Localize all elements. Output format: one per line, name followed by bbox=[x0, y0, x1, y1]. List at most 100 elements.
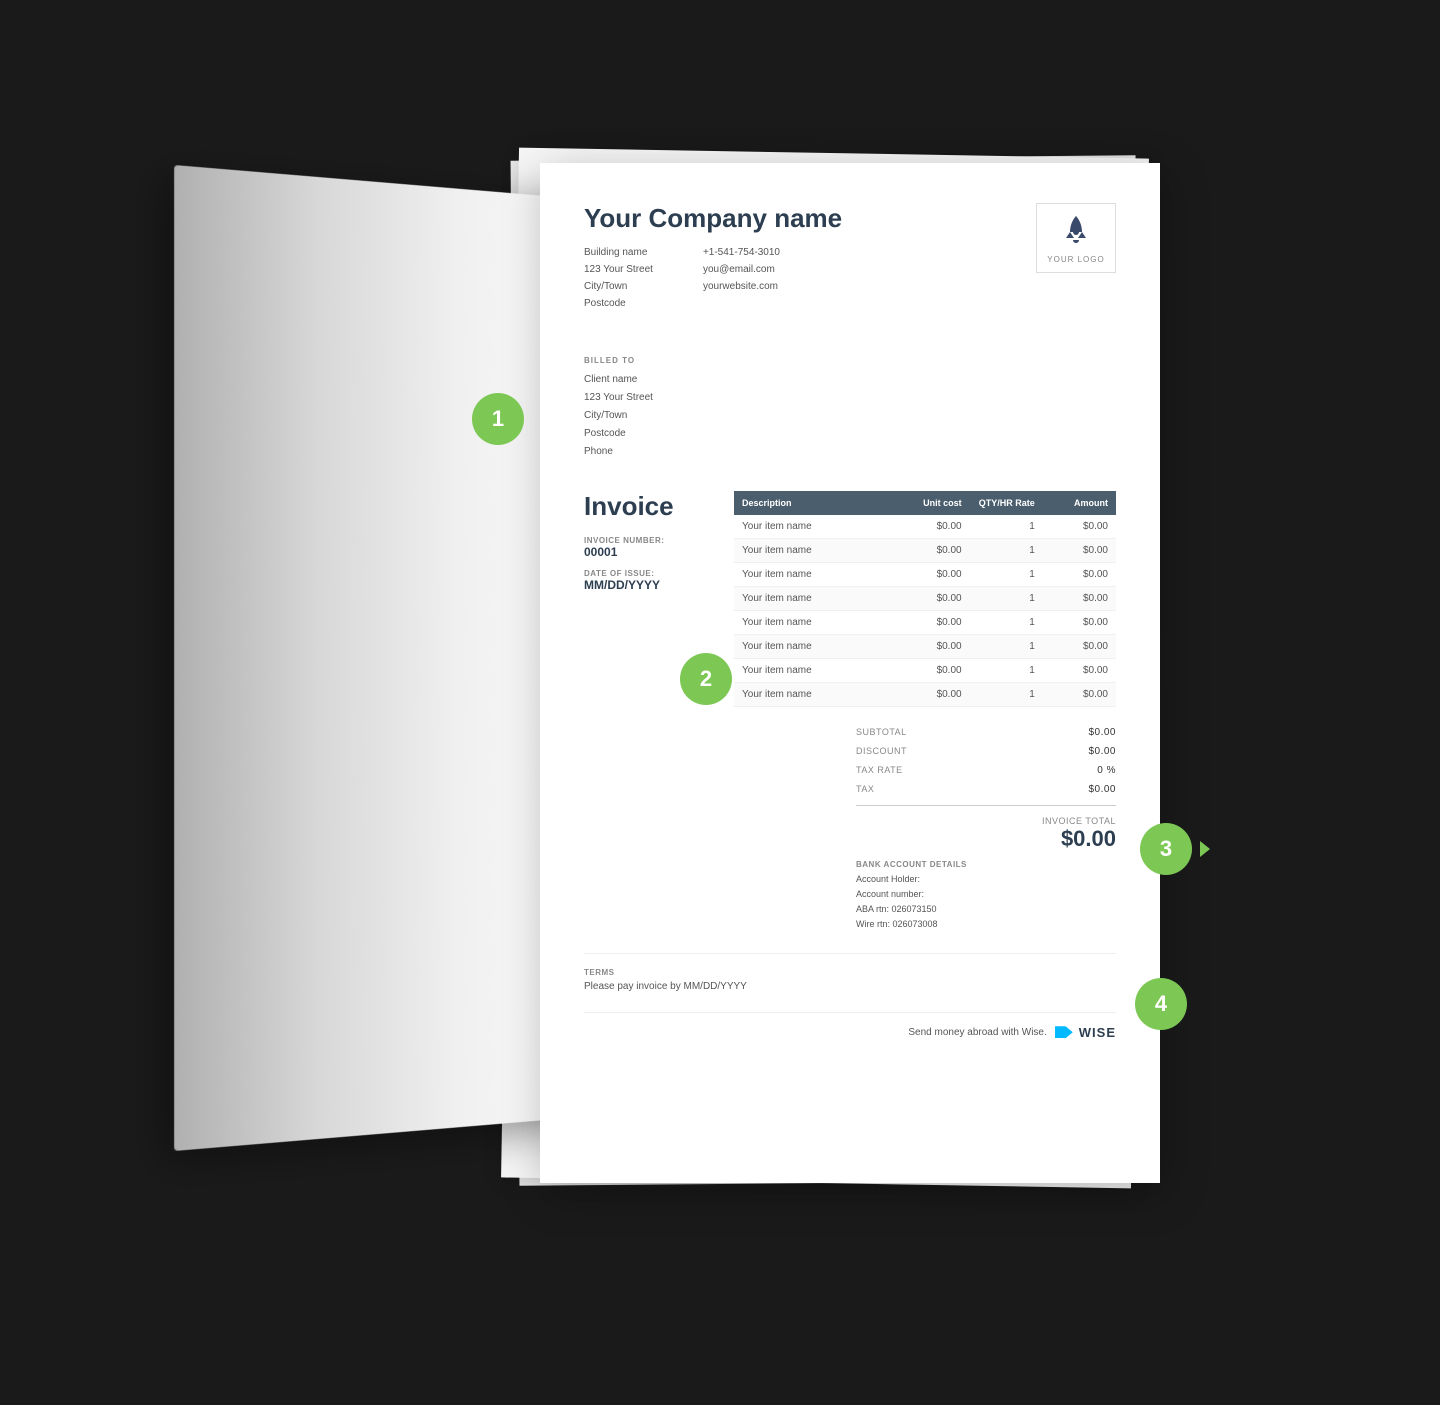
col-description: Description bbox=[742, 498, 888, 508]
table-row: Your item name $0.00 1 $0.00 bbox=[734, 539, 1116, 563]
row-qty: 1 bbox=[962, 593, 1035, 604]
row-unit-cost: $0.00 bbox=[888, 593, 961, 604]
company-phone: +1-541-754-3010 bbox=[703, 244, 780, 261]
book-shadow bbox=[174, 164, 590, 1150]
tax-label: TAX bbox=[856, 784, 874, 795]
invoice-paper: Your Company name Building name 123 Your… bbox=[540, 163, 1160, 1183]
company-info: Your Company name Building name 123 Your… bbox=[584, 203, 842, 332]
invoice-date-value: MM/DD/YYYY bbox=[584, 578, 714, 592]
table-rows: Your item name $0.00 1 $0.00 Your item n… bbox=[734, 515, 1116, 707]
row-amount: $0.00 bbox=[1035, 641, 1108, 652]
wise-logo: WISE bbox=[1055, 1025, 1116, 1040]
badge-4: 4 bbox=[1135, 978, 1187, 1030]
subtotal-row: SUBTOTAL $0.00 bbox=[856, 723, 1116, 742]
client-city: City/Town bbox=[584, 407, 1116, 425]
row-amount: $0.00 bbox=[1035, 521, 1108, 532]
invoice-header: Your Company name Building name 123 Your… bbox=[584, 203, 1116, 332]
company-contact: +1-541-754-3010 you@email.com yourwebsit… bbox=[703, 244, 780, 312]
client-name: Client name bbox=[584, 371, 1116, 389]
row-unit-cost: $0.00 bbox=[888, 665, 961, 676]
client-phone: Phone bbox=[584, 443, 1116, 461]
table-row: Your item name $0.00 1 $0.00 bbox=[734, 587, 1116, 611]
wise-text: Send money abroad with Wise. bbox=[908, 1027, 1046, 1038]
badge-1: 1 bbox=[472, 393, 524, 445]
row-qty: 1 bbox=[962, 569, 1035, 580]
address-contact-row: Building name 123 Your Street City/Town … bbox=[584, 244, 842, 312]
address-line2: 123 Your Street bbox=[584, 261, 653, 278]
row-amount: $0.00 bbox=[1035, 689, 1108, 700]
table-row: Your item name $0.00 1 $0.00 bbox=[734, 611, 1116, 635]
col-unit-cost: Unit cost bbox=[888, 498, 961, 508]
col-qty: QTY/HR Rate bbox=[962, 498, 1035, 508]
terms-label: TERMS bbox=[584, 968, 1116, 977]
invoice-total-value: $0.00 bbox=[1061, 826, 1116, 852]
row-amount: $0.00 bbox=[1035, 665, 1108, 676]
tax-rate-value: 0 % bbox=[1097, 765, 1116, 776]
invoice-date-label: DATE OF ISSUE: bbox=[584, 569, 714, 578]
row-qty: 1 bbox=[962, 689, 1035, 700]
bank-label: BANK ACCOUNT DETAILS bbox=[856, 860, 1116, 869]
row-qty: 1 bbox=[962, 665, 1035, 676]
invoice-body: Invoice INVOICE NUMBER: 00001 DATE OF IS… bbox=[584, 491, 1116, 933]
bank-section: BANK ACCOUNT DETAILS Account Holder: Acc… bbox=[856, 860, 1116, 933]
terms-section: TERMS Please pay invoice by MM/DD/YYYY bbox=[584, 953, 1116, 992]
table-row: Your item name $0.00 1 $0.00 bbox=[734, 683, 1116, 707]
address-line4: Postcode bbox=[584, 295, 653, 312]
client-postcode: Postcode bbox=[584, 425, 1116, 443]
total-divider bbox=[856, 805, 1116, 806]
bank-aba: ABA rtn: 026073150 bbox=[856, 902, 1116, 917]
row-description: Your item name bbox=[742, 689, 888, 700]
rocket-icon bbox=[1058, 212, 1094, 255]
bank-details: Account Holder: Account number: ABA rtn:… bbox=[856, 872, 1116, 933]
logo-box: YOUR LOGO bbox=[1036, 203, 1116, 273]
table-row: Your item name $0.00 1 $0.00 bbox=[734, 635, 1116, 659]
invoice-title: Invoice bbox=[584, 491, 714, 522]
terms-text: Please pay invoice by MM/DD/YYYY bbox=[584, 981, 1116, 992]
subtotal-value: $0.00 bbox=[1088, 727, 1116, 738]
invoice-footer: Send money abroad with Wise. WISE bbox=[584, 1012, 1116, 1040]
logo-label: YOUR LOGO bbox=[1047, 255, 1104, 264]
row-description: Your item name bbox=[742, 617, 888, 628]
row-unit-cost: $0.00 bbox=[888, 689, 961, 700]
totals-section: SUBTOTAL $0.00 DIsCoUnT $0.00 TAX RATE 0… bbox=[856, 723, 1116, 933]
row-amount: $0.00 bbox=[1035, 617, 1108, 628]
invoice-table: Description Unit cost QTY/HR Rate Amount… bbox=[734, 491, 1116, 933]
row-unit-cost: $0.00 bbox=[888, 521, 961, 532]
address-line3: City/Town bbox=[584, 278, 653, 295]
row-description: Your item name bbox=[742, 569, 888, 580]
discount-label: DIsCoUnT bbox=[856, 746, 907, 757]
row-unit-cost: $0.00 bbox=[888, 617, 961, 628]
table-row: Your item name $0.00 1 $0.00 bbox=[734, 563, 1116, 587]
row-description: Your item name bbox=[742, 593, 888, 604]
tax-rate-label: TAX RATE bbox=[856, 765, 903, 776]
billed-to-section: BILLED TO Client name 123 Your Street Ci… bbox=[584, 356, 1116, 461]
row-description: Your item name bbox=[742, 521, 888, 532]
tax-rate-row: TAX RATE 0 % bbox=[856, 761, 1116, 780]
table-header: Description Unit cost QTY/HR Rate Amount bbox=[734, 491, 1116, 515]
invoice-number-label: INVOICE NUMBER: bbox=[584, 536, 714, 545]
row-qty: 1 bbox=[962, 521, 1035, 532]
row-qty: 1 bbox=[962, 545, 1035, 556]
company-website: yourwebsite.com bbox=[703, 278, 780, 295]
row-unit-cost: $0.00 bbox=[888, 569, 961, 580]
tax-row: TAX $0.00 bbox=[856, 780, 1116, 799]
table-row: Your item name $0.00 1 $0.00 bbox=[734, 515, 1116, 539]
row-description: Your item name bbox=[742, 665, 888, 676]
row-amount: $0.00 bbox=[1035, 593, 1108, 604]
company-name: Your Company name bbox=[584, 203, 842, 234]
invoice-meta: Invoice INVOICE NUMBER: 00001 DATE OF IS… bbox=[584, 491, 714, 933]
bank-number: Account number: bbox=[856, 887, 1116, 902]
row-description: Your item name bbox=[742, 641, 888, 652]
row-qty: 1 bbox=[962, 641, 1035, 652]
client-street: 123 Your Street bbox=[584, 389, 1116, 407]
badge-3: 3 bbox=[1140, 823, 1192, 875]
invoice-total-label: INVOICE TOTAL bbox=[1042, 816, 1116, 826]
discount-value: $0.00 bbox=[1088, 746, 1116, 757]
wise-brand-name: WISE bbox=[1079, 1025, 1116, 1040]
discount-row: DIsCoUnT $0.00 bbox=[856, 742, 1116, 761]
invoice-number-value: 00001 bbox=[584, 545, 714, 559]
invoice-total-row: INVOICE TOTAL $0.00 bbox=[856, 812, 1116, 856]
row-unit-cost: $0.00 bbox=[888, 545, 961, 556]
bank-wire: Wire rtn: 026073008 bbox=[856, 917, 1116, 932]
company-email: you@email.com bbox=[703, 261, 780, 278]
